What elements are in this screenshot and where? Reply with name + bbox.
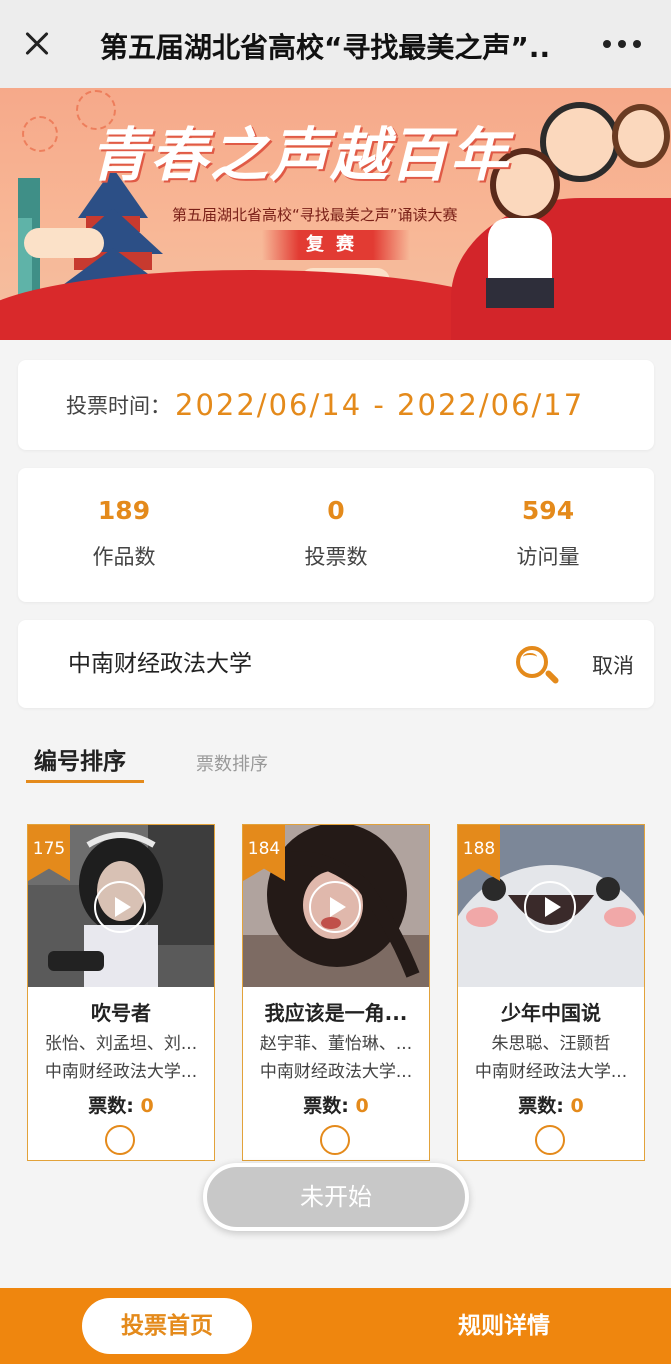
stat-label: 访问量 (516, 545, 580, 569)
cancel-button[interactable]: 取消 (592, 650, 634, 680)
entry-school: 中南财经政法大学... (259, 1062, 413, 1082)
close-icon[interactable] (16, 22, 58, 64)
stat-votes: 0 投票数 (230, 496, 442, 571)
entry-authors: 张怡、刘孟坦、刘... (44, 1034, 198, 1054)
more-options-icon[interactable] (603, 40, 641, 48)
event-banner: 青春之声越百年 第五届湖北省高校“寻找最美之声”诵读大赛 复赛 (0, 88, 671, 340)
select-radio[interactable] (320, 1125, 350, 1155)
stat-value: 0 (327, 496, 345, 525)
banner-subtitle: 第五届湖北省高校“寻找最美之声”诵读大赛 (172, 206, 458, 224)
search-bar: 取消 (18, 620, 654, 708)
entry-title: 我应该是一角... (264, 1001, 408, 1025)
voting-time-label: 投票时间： (66, 394, 171, 418)
voting-time-card: 投票时间： 2022/06/14 - 2022/06/17 (18, 360, 654, 450)
voting-time-range: 2022/06/14 - 2022/06/17 (175, 388, 585, 422)
entry-number: 184 (247, 839, 281, 859)
entry-card[interactable]: 175 吹号者 张怡、刘孟坦、刘... 中南财经政法大学... 票数: 0 (27, 824, 215, 1161)
select-radio[interactable] (105, 1125, 135, 1155)
page-title: 第五届湖北省高校“寻找最美之声”... (100, 31, 550, 64)
stat-label: 投票数 (304, 545, 368, 569)
tab-sort-by-number[interactable]: 编号排序 (26, 742, 144, 783)
stat-value: 594 (521, 496, 575, 525)
search-input[interactable] (68, 648, 468, 674)
entry-title: 吹号者 (91, 1001, 151, 1025)
entry-title: 少年中国说 (501, 1001, 601, 1025)
entry-card[interactable]: 188 少年中国说 朱思聪、汪颢哲 中南财经政法大学... 票数: 0 (457, 824, 645, 1161)
votes-label: 票数: (518, 1095, 564, 1117)
play-icon[interactable] (94, 881, 146, 933)
stat-visits: 594 访问量 (442, 496, 654, 571)
votes-count: 0 (140, 1095, 154, 1117)
bottom-nav-bar: 投票首页 规则详情 (0, 1288, 671, 1364)
stat-works: 189 作品数 (18, 496, 230, 571)
entry-school: 中南财经政法大学... (44, 1062, 198, 1082)
select-radio[interactable] (535, 1125, 565, 1155)
stat-value: 189 (97, 496, 151, 525)
entry-card[interactable]: 184 我应该是一角... 赵宇菲、董怡琳、... 中南财经政法大学... 票数… (242, 824, 430, 1161)
entry-authors: 朱思聪、汪颢哲 (491, 1034, 611, 1054)
entry-votes: 票数: 0 (243, 1091, 429, 1118)
stats-card: 189 作品数 0 投票数 594 访问量 (18, 468, 654, 602)
entry-school: 中南财经政法大学... (474, 1062, 628, 1082)
vote-home-button[interactable]: 投票首页 (82, 1298, 252, 1354)
votes-count: 0 (355, 1095, 369, 1117)
votes-count: 0 (570, 1095, 584, 1117)
rules-detail-button[interactable]: 规则详情 (444, 1298, 564, 1354)
votes-label: 票数: (303, 1095, 349, 1117)
stage-badge: 复赛 (262, 230, 410, 260)
votes-label: 票数: (88, 1095, 134, 1117)
stat-label: 作品数 (92, 545, 156, 569)
entry-votes: 票数: 0 (28, 1091, 214, 1118)
search-icon[interactable] (514, 644, 560, 688)
tab-sort-by-votes[interactable]: 票数排序 (196, 750, 268, 776)
not-started-button[interactable]: 未开始 (203, 1163, 469, 1231)
entry-number: 188 (462, 839, 496, 859)
top-nav-bar: 第五届湖北省高校“寻找最美之声”... (0, 0, 671, 88)
banner-slogan: 青春之声越百年 (90, 121, 511, 189)
play-icon[interactable] (309, 881, 361, 933)
entry-number: 175 (32, 839, 66, 859)
entry-votes: 票数: 0 (458, 1091, 644, 1118)
play-icon[interactable] (524, 881, 576, 933)
entry-authors: 赵宇菲、董怡琳、... (259, 1034, 413, 1054)
